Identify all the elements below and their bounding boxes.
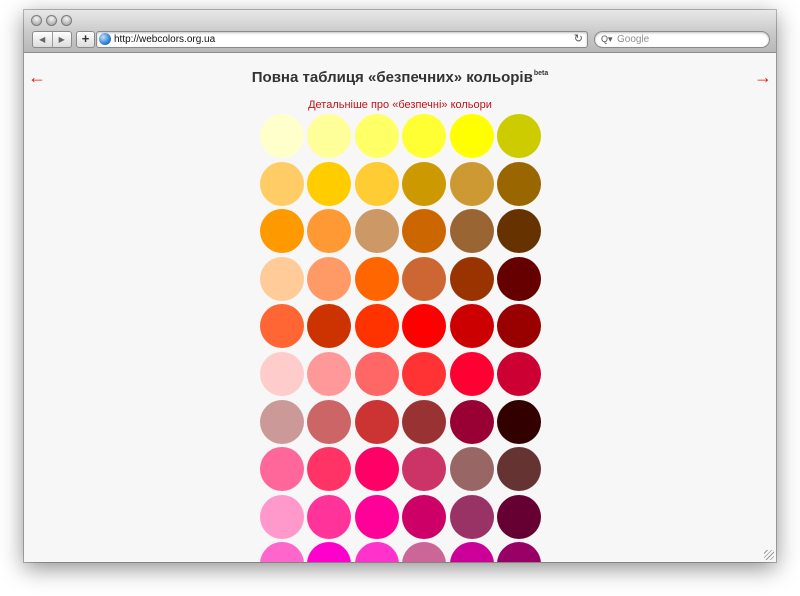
color-swatch[interactable] (307, 209, 352, 254)
color-swatch[interactable] (449, 542, 494, 562)
color-swatch[interactable] (449, 256, 494, 301)
color-swatch[interactable] (449, 209, 494, 254)
color-swatch[interactable] (449, 161, 494, 206)
color-swatch[interactable] (496, 256, 541, 301)
color-swatch[interactable] (449, 114, 494, 158)
color-swatch[interactable] (260, 351, 304, 396)
color-swatch[interactable] (354, 399, 399, 444)
color-swatch[interactable] (449, 351, 494, 396)
color-swatch[interactable] (496, 447, 541, 492)
url-text[interactable]: http://webcolors.org.ua (114, 33, 215, 46)
add-bookmark-button[interactable]: + (76, 31, 95, 48)
color-swatch[interactable] (260, 256, 304, 301)
color-swatch[interactable] (260, 447, 304, 492)
close-window-button[interactable] (31, 15, 42, 26)
globe-icon (99, 33, 111, 45)
color-swatch[interactable] (354, 209, 399, 254)
color-swatch[interactable] (496, 399, 541, 444)
color-swatch[interactable] (307, 399, 352, 444)
color-swatch[interactable] (260, 114, 304, 158)
back-button[interactable]: ◀ (33, 32, 52, 47)
color-swatch[interactable] (402, 542, 447, 562)
color-swatch[interactable] (402, 304, 447, 349)
color-swatch[interactable] (402, 209, 447, 254)
color-swatch[interactable] (260, 399, 304, 444)
color-swatch[interactable] (307, 161, 352, 206)
back-forward-group: ◀ ▶ (32, 31, 72, 48)
search-icon[interactable]: Q▾ (601, 34, 613, 45)
color-swatch[interactable] (496, 161, 541, 206)
color-swatch[interactable] (307, 542, 352, 562)
search-field[interactable]: Q▾ Google (594, 31, 770, 48)
page-content: ← → Повна таблиця «безпечних» кольорівbe… (24, 53, 776, 562)
forward-button[interactable]: ▶ (51, 32, 72, 47)
beta-badge: beta (533, 70, 549, 77)
color-swatch[interactable] (307, 447, 352, 492)
color-swatch[interactable] (496, 494, 541, 539)
details-link[interactable]: Детальніше про «безпечні» кольори (24, 99, 776, 111)
page-title-text: Повна таблиця «безпечних» кольорів (251, 69, 533, 86)
color-swatch[interactable] (402, 114, 447, 158)
color-swatch[interactable] (354, 114, 399, 158)
color-swatch[interactable] (354, 256, 399, 301)
color-swatch[interactable] (402, 494, 447, 539)
color-swatch[interactable] (307, 256, 352, 301)
color-swatch[interactable] (260, 304, 304, 349)
color-swatch[interactable] (449, 447, 494, 492)
color-swatch[interactable] (260, 209, 304, 254)
color-swatch[interactable] (402, 351, 447, 396)
color-swatch[interactable] (449, 494, 494, 539)
color-swatch[interactable] (354, 447, 399, 492)
color-swatch[interactable] (496, 209, 541, 254)
page-title: Повна таблиця «безпечних» кольорівbeta (24, 69, 776, 86)
color-swatch[interactable] (354, 494, 399, 539)
color-swatch[interactable] (307, 351, 352, 396)
color-swatch-grid (260, 114, 548, 562)
browser-window: ◀ ▶ + http://webcolors.org.ua ↻ Q▾ Googl… (24, 10, 776, 562)
color-swatch[interactable] (307, 114, 352, 158)
zoom-window-button[interactable] (61, 15, 72, 26)
color-swatch[interactable] (402, 256, 447, 301)
color-swatch[interactable] (260, 161, 304, 206)
color-swatch[interactable] (449, 304, 494, 349)
back-arrow-icon: ◀ (39, 35, 46, 44)
resize-handle[interactable] (764, 550, 774, 560)
address-bar[interactable]: http://webcolors.org.ua ↻ (96, 31, 588, 48)
color-swatch[interactable] (496, 542, 541, 562)
reload-icon[interactable]: ↻ (574, 32, 583, 46)
search-placeholder[interactable]: Google (617, 33, 649, 46)
color-swatch[interactable] (354, 351, 399, 396)
color-swatch[interactable] (307, 304, 352, 349)
color-swatch[interactable] (496, 114, 541, 158)
forward-arrow-icon: ▶ (58, 35, 65, 44)
color-swatch[interactable] (307, 494, 352, 539)
color-swatch[interactable] (449, 399, 494, 444)
color-swatch[interactable] (354, 542, 399, 562)
color-swatch[interactable] (260, 542, 304, 562)
color-swatch[interactable] (402, 399, 447, 444)
color-swatch[interactable] (496, 304, 541, 349)
color-swatch[interactable] (354, 304, 399, 349)
color-swatch[interactable] (402, 161, 447, 206)
color-swatch[interactable] (354, 161, 399, 206)
browser-toolbar: ◀ ▶ + http://webcolors.org.ua ↻ Q▾ Googl… (24, 10, 776, 53)
color-swatch[interactable] (496, 351, 541, 396)
minimize-window-button[interactable] (46, 15, 57, 26)
color-swatch[interactable] (260, 494, 304, 539)
color-swatch[interactable] (402, 447, 447, 492)
